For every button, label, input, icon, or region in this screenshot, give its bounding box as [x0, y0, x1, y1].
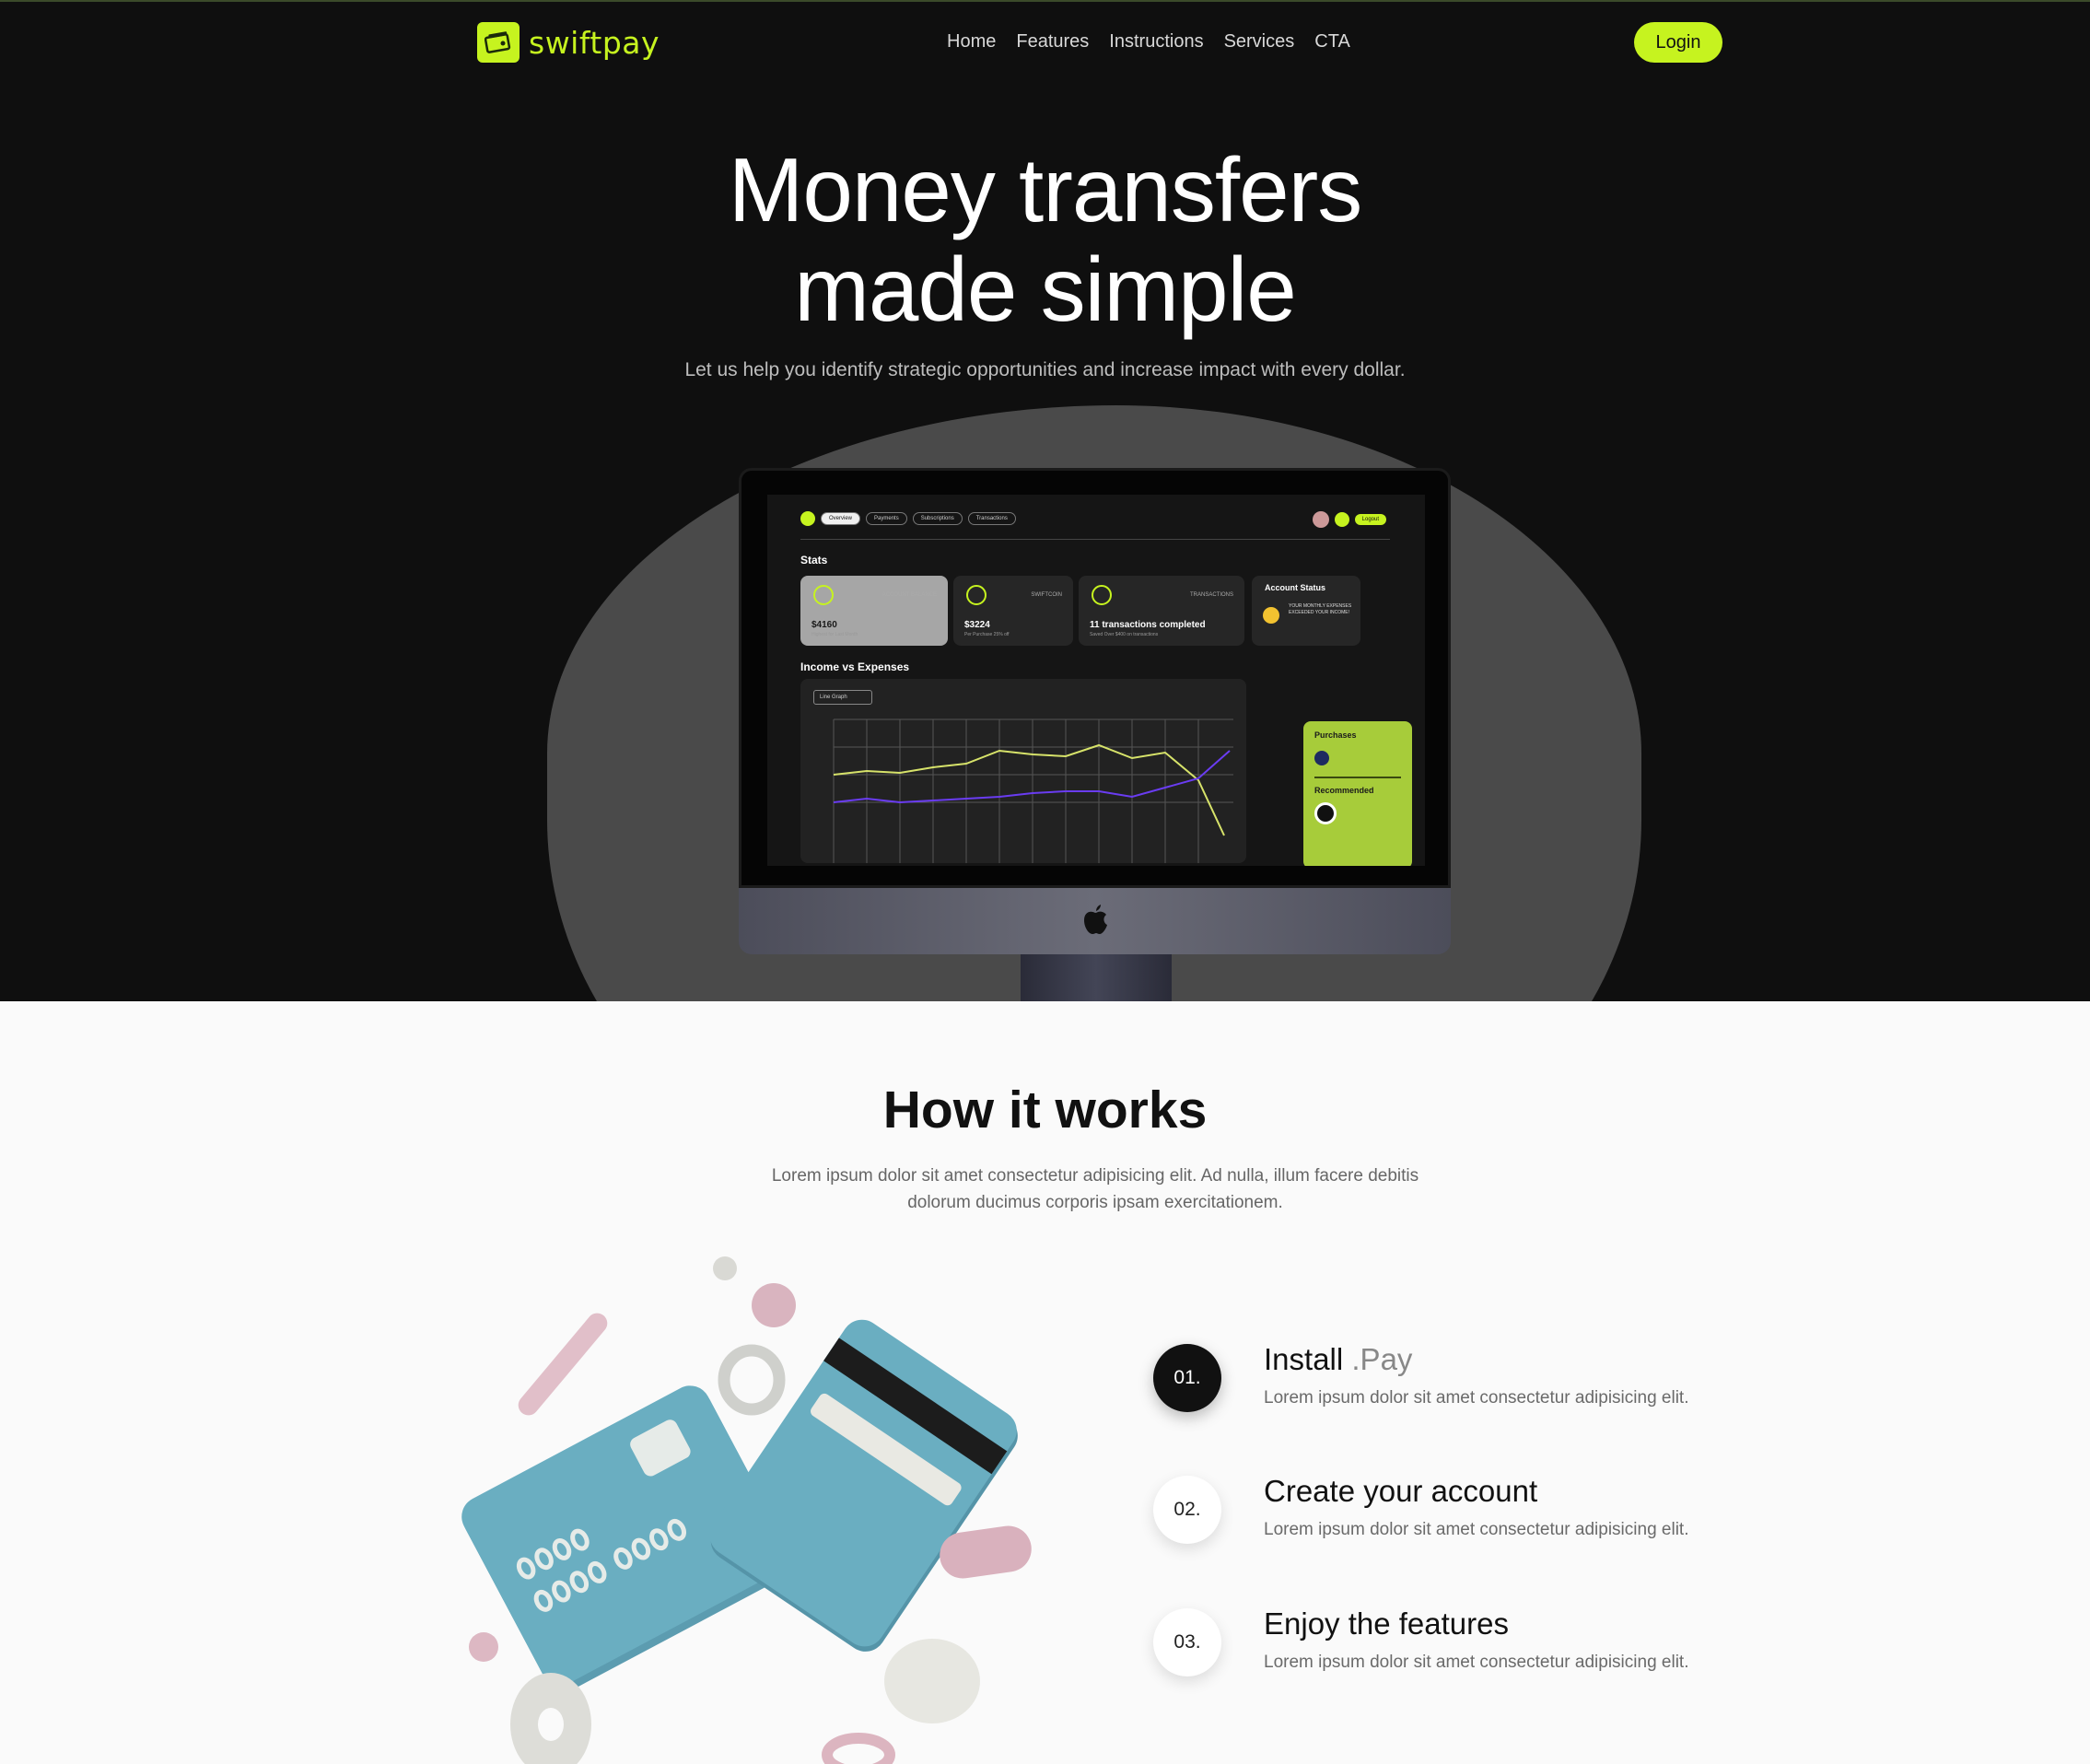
- sad-face-icon: [1263, 607, 1279, 624]
- step-create-account: 02. Create your account Lorem ipsum dolo…: [1153, 1472, 1743, 1573]
- card-label: TRANSACTIONS: [1189, 592, 1233, 598]
- card-label: ACCOUNT BALANCE: [882, 592, 937, 598]
- income-expense-graph: Line Graph: [800, 679, 1246, 863]
- logo[interactable]: swiftpay: [477, 22, 660, 63]
- graph-lines: [833, 718, 1233, 863]
- step-number: 02.: [1153, 1476, 1221, 1544]
- hero-title-line-1: Money transfers: [728, 139, 1363, 240]
- card-icon: [1092, 585, 1112, 605]
- dashboard-tabs: Overview Payments Subscriptions Transact…: [800, 511, 1016, 526]
- card-subtext: Highest for Last Month: [811, 632, 858, 637]
- notification-icon[interactable]: [1334, 512, 1349, 527]
- dashboard-user-area: Logout: [1312, 511, 1386, 528]
- coin-icon: [966, 585, 987, 605]
- purchases-heading: Purchases: [1314, 730, 1357, 740]
- monitor-mockup: Overview Payments Subscriptions Transact…: [739, 468, 1451, 1001]
- card-value: 11 transactions completed: [1090, 620, 1206, 630]
- tab-overview[interactable]: Overview: [821, 512, 861, 525]
- step-title-suffix: .Pay: [1351, 1342, 1413, 1376]
- step-title: Create your account: [1264, 1474, 1538, 1508]
- stats-heading: Stats: [800, 554, 828, 567]
- divider: [1314, 777, 1401, 778]
- credit-cards-illustration: [461, 1256, 1032, 1764]
- monitor-bezel: Overview Payments Subscriptions Transact…: [739, 468, 1451, 888]
- step-number: 01.: [1153, 1344, 1221, 1412]
- dashboard-preview: Overview Payments Subscriptions Transact…: [767, 495, 1425, 866]
- brand-name: swiftpay: [529, 24, 660, 61]
- recommended-item-icon: [1314, 802, 1337, 824]
- avatar[interactable]: [1312, 511, 1329, 528]
- wallet-icon: [477, 22, 520, 63]
- card-transactions: TRANSACTIONS 11 transactions completed S…: [1079, 576, 1244, 646]
- tab-payments[interactable]: Payments: [866, 512, 907, 525]
- top-nav: swiftpay Home Features Instructions Serv…: [477, 20, 1722, 64]
- step-enjoy-features: 03. Enjoy the features Lorem ipsum dolor…: [1153, 1605, 1743, 1706]
- nav-links: Home Features Instructions Services CTA: [947, 31, 1350, 53]
- nav-link-instructions[interactable]: Instructions: [1109, 31, 1203, 53]
- purchase-item-icon: [1314, 751, 1329, 765]
- graph-heading: Income vs Expenses: [800, 660, 910, 673]
- card-subtext: Per Purchase 25% off: [964, 632, 1010, 637]
- step-number: 03.: [1153, 1608, 1221, 1676]
- step-title: Install .Pay: [1264, 1342, 1412, 1377]
- card-swiftcoin: SWIFTCOIN $3224 Per Purchase 25% off: [953, 576, 1073, 646]
- hero-title: Money transfers made simple: [0, 140, 2090, 339]
- step-title: Enjoy the features: [1264, 1606, 1509, 1641]
- card-value: $3224: [964, 620, 990, 630]
- card-label: SWIFTCOIN: [1031, 592, 1062, 598]
- card-account-balance: ACCOUNT BALANCE $4160 Highest for Last M…: [800, 576, 948, 646]
- tab-transactions[interactable]: Transactions: [967, 512, 1016, 525]
- nav-link-services[interactable]: Services: [1224, 31, 1295, 53]
- nav-link-cta[interactable]: CTA: [1314, 31, 1350, 53]
- step-install: 01. Install .Pay Lorem ipsum dolor sit a…: [1153, 1340, 1743, 1442]
- nav-link-home[interactable]: Home: [947, 31, 996, 53]
- divider: [800, 539, 1390, 540]
- bank-icon: [813, 585, 834, 605]
- login-button[interactable]: Login: [1634, 22, 1722, 63]
- step-description: Lorem ipsum dolor sit amet consectetur a…: [1264, 1653, 1689, 1672]
- dashboard-home-icon: [800, 511, 815, 526]
- how-it-works-subtitle: Lorem ipsum dolor sit amet consectetur a…: [771, 1166, 1419, 1212]
- tab-subscriptions[interactable]: Subscriptions: [912, 512, 963, 525]
- hero-subtitle: Let us help you identify strategic oppor…: [684, 359, 1406, 380]
- hero-title-line-2: made simple: [794, 239, 1297, 340]
- how-it-works-title: How it works: [882, 1081, 1208, 1139]
- account-status-title: Account Status: [1265, 583, 1326, 592]
- card-subtext: Saved Over $400 on transactions: [1090, 632, 1159, 637]
- recommended-heading: Recommended: [1314, 786, 1374, 795]
- card-value: $4160: [811, 620, 837, 630]
- apple-logo-icon: [1084, 905, 1107, 934]
- hero-section: swiftpay Home Features Instructions Serv…: [0, 0, 2090, 1001]
- purchases-panel: Purchases Recommended: [1303, 721, 1412, 866]
- step-description: Lorem ipsum dolor sit amet consectetur a…: [1264, 1388, 1689, 1408]
- card-account-status: Account Status YOUR MONTHLY EXPENSES EXC…: [1252, 576, 1360, 646]
- step-description: Lorem ipsum dolor sit amet consectetur a…: [1264, 1520, 1689, 1539]
- nav-link-features[interactable]: Features: [1016, 31, 1089, 53]
- step-title-main: Install: [1264, 1342, 1344, 1376]
- monitor-stand: [1021, 954, 1172, 1001]
- account-status-message: YOUR MONTHLY EXPENSES EXCEEDED YOUR INCO…: [1289, 603, 1352, 615]
- logout-button[interactable]: Logout: [1354, 514, 1386, 525]
